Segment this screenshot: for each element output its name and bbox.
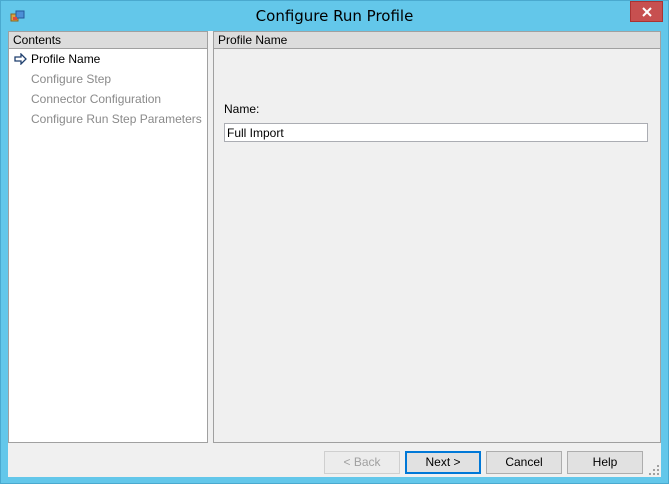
help-button[interactable]: Help (567, 451, 643, 474)
back-button[interactable]: < Back (324, 451, 400, 474)
cancel-button[interactable]: Cancel (486, 451, 562, 474)
name-label: Name: (224, 102, 260, 116)
title-bar[interactable]: Configure Run Profile (1, 1, 668, 31)
contents-pane: Contents Profile Name Configure Step Con… (8, 31, 208, 443)
dialog-window: Configure Run Profile Contents Profile N… (0, 0, 669, 484)
window-title: Configure Run Profile (255, 7, 414, 25)
close-button[interactable] (630, 1, 663, 22)
step-item-label: Configure Run Step Parameters (31, 112, 202, 126)
resize-grip-icon[interactable] (648, 464, 660, 476)
step-item-label: Configure Step (31, 72, 112, 86)
step-list: Profile Name Configure Step Connector Co… (9, 49, 207, 129)
step-item-connector-configuration[interactable]: Connector Configuration (9, 89, 207, 109)
name-field[interactable] (224, 123, 648, 142)
contents-header: Contents (9, 32, 207, 49)
step-item-label: Connector Configuration (31, 92, 162, 106)
step-item-label: Profile Name (31, 52, 101, 66)
step-item-configure-step[interactable]: Configure Step (9, 69, 207, 89)
close-icon (641, 6, 652, 17)
step-item-configure-run-step-parameters[interactable]: Configure Run Step Parameters (9, 109, 207, 129)
right-arrow-icon (14, 53, 27, 65)
dialog-client-area: Contents Profile Name Configure Step Con… (8, 31, 661, 477)
profile-name-header: Profile Name (214, 32, 660, 49)
step-item-profile-name[interactable]: Profile Name (9, 49, 207, 69)
next-button[interactable]: Next > (405, 451, 481, 474)
profile-name-pane: Profile Name Name: (213, 31, 661, 443)
